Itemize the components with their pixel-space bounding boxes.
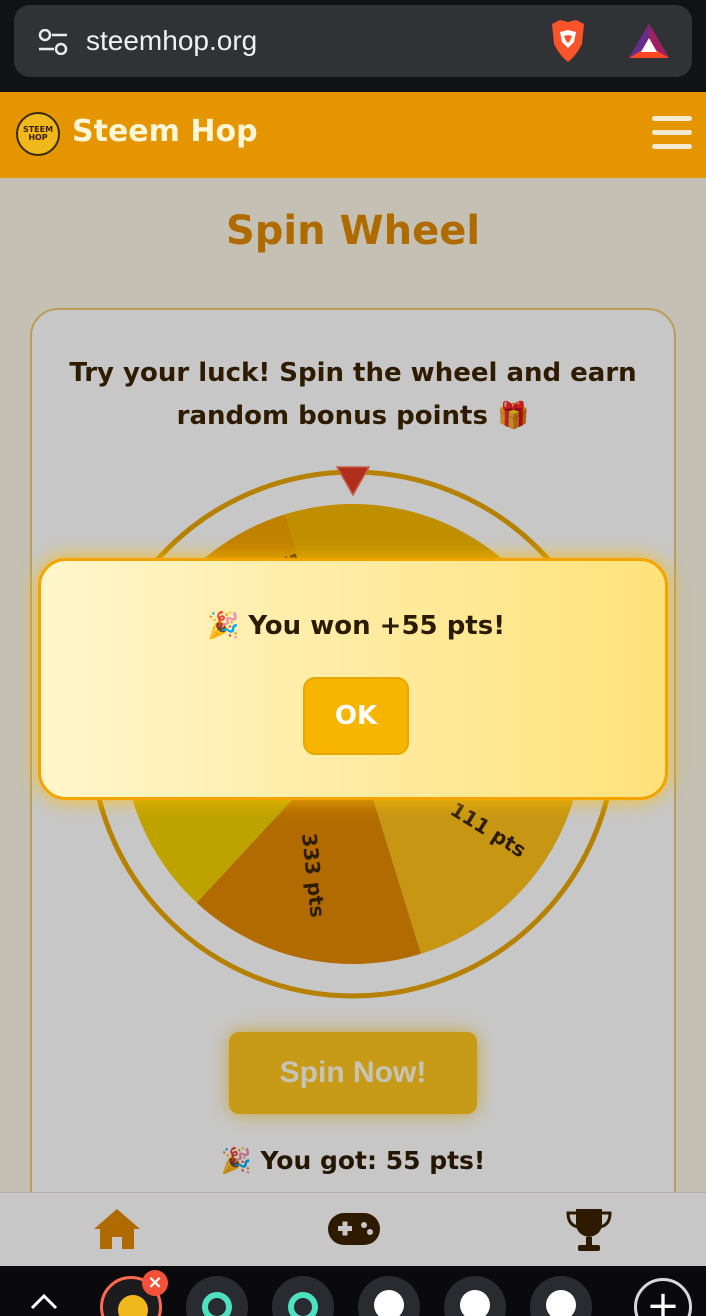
tab-5[interactable] — [444, 1276, 506, 1316]
tab-6[interactable] — [530, 1276, 592, 1316]
menu-icon[interactable] — [652, 116, 692, 152]
steem-hop-logo[interactable]: STEEM HOP — [16, 112, 60, 156]
tab-3[interactable] — [272, 1276, 334, 1316]
browser-toolbar: steemhop.org — [0, 0, 706, 92]
site-header: STEEM HOP Steem Hop — [0, 92, 706, 178]
tab-favicon — [118, 1295, 148, 1316]
chevron-up-icon[interactable] — [30, 1292, 58, 1310]
win-message: 🎉 You won +55 pts! — [206, 611, 506, 641]
tab-4[interactable] — [358, 1276, 420, 1316]
brave-shields-icon[interactable] — [548, 18, 588, 64]
tab-2[interactable] — [186, 1276, 248, 1316]
address-bar[interactable]: steemhop.org — [14, 5, 692, 77]
site-settings-icon[interactable] — [38, 29, 68, 55]
close-tab-icon[interactable]: × — [142, 1270, 168, 1296]
browser-tab-strip: × + — [0, 1266, 706, 1316]
new-tab-icon[interactable]: + — [634, 1278, 692, 1316]
win-dialog: 🎉 You won +55 pts! OK — [38, 558, 668, 800]
brave-rewards-icon[interactable] — [628, 22, 670, 60]
ok-button[interactable]: OK — [303, 677, 409, 755]
url-text[interactable]: steemhop.org — [86, 25, 257, 57]
brand-name[interactable]: Steem Hop — [72, 114, 258, 149]
